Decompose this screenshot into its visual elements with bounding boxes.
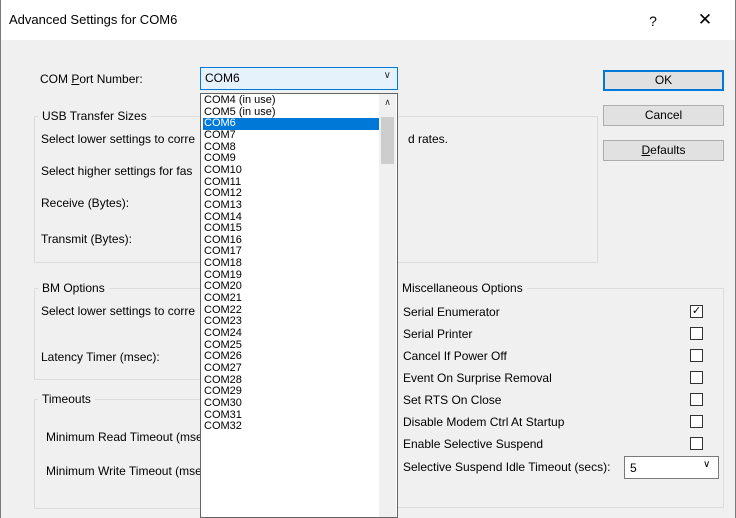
- window-title: Advanced Settings for COM6: [9, 12, 178, 27]
- ok-button[interactable]: OK: [603, 70, 724, 91]
- help-button[interactable]: ?: [638, 10, 668, 32]
- serial-enumerator-checkbox[interactable]: ✓: [690, 305, 703, 318]
- suspend-timeout-label: Selective Suspend Idle Timeout (secs):: [403, 460, 611, 474]
- bm-options-desc: Select lower settings to corre: [41, 304, 196, 318]
- set-rts-on-close-checkbox[interactable]: [690, 393, 703, 406]
- enable-selective-suspend-checkbox[interactable]: [690, 437, 703, 450]
- disable-modem-ctrl-label: Disable Modem Ctrl At Startup: [403, 415, 565, 429]
- chevron-down-icon: ∨: [703, 459, 711, 470]
- event-on-surprise-removal-label: Event On Surprise Removal: [403, 371, 552, 385]
- min-read-timeout-label: Minimum Read Timeout (mse: [46, 430, 203, 444]
- serial-printer-label: Serial Printer: [403, 327, 473, 341]
- set-rts-on-close-label: Set RTS On Close: [403, 393, 502, 407]
- dropdown-option[interactable]: COM21: [203, 293, 379, 305]
- latency-timer-label: Latency Timer (msec):: [41, 350, 160, 364]
- chevron-down-icon: ∨: [383, 70, 391, 81]
- cancel-if-power-off-label: Cancel If Power Off: [403, 349, 507, 363]
- event-on-surprise-removal-checkbox[interactable]: [690, 371, 703, 384]
- dropdown-option[interactable]: COM27: [203, 363, 379, 375]
- dropdown-option[interactable]: COM30: [203, 398, 379, 410]
- dropdown-option[interactable]: COM10: [203, 165, 379, 177]
- dropdown-option[interactable]: COM13: [203, 199, 379, 212]
- suspend-timeout-select[interactable]: 5 ∨: [624, 456, 719, 479]
- dropdown-option[interactable]: COM32: [203, 421, 379, 433]
- usb-transfer-title: USB Transfer Sizes: [38, 109, 151, 123]
- scrollbar-thumb[interactable]: [381, 117, 394, 164]
- suspend-timeout-value: 5: [630, 461, 637, 475]
- dropdown-scrollbar[interactable]: ∧: [379, 94, 396, 517]
- title-bar[interactable]: Advanced Settings for COM6 ? ✕: [0, 0, 736, 40]
- bm-options-group: [34, 288, 204, 380]
- dropdown-option[interactable]: COM7: [203, 130, 379, 142]
- com-port-select[interactable]: COM6 ∨: [200, 67, 398, 90]
- disable-modem-ctrl-checkbox[interactable]: [690, 415, 703, 428]
- min-write-timeout-label: Minimum Write Timeout (mse: [46, 464, 202, 478]
- com-port-value: COM6: [205, 71, 240, 85]
- serial-enumerator-label: Serial Enumerator: [403, 305, 500, 319]
- dropdown-option[interactable]: COM4 (in use): [203, 95, 379, 107]
- misc-options-title: Miscellaneous Options: [398, 281, 527, 295]
- usb-transfer-desc-1: Select lower settings to corre: [41, 132, 196, 146]
- window-border-left: [0, 0, 1, 518]
- com-port-dropdown-list[interactable]: ∧ COM4 (in use) COM5 (in use) COM6 COM7 COM8…: [200, 93, 398, 518]
- close-button[interactable]: ✕: [690, 8, 720, 32]
- timeouts-group: [34, 399, 204, 509]
- com-port-label: COM Port Number:: [40, 72, 143, 86]
- usb-transfer-desc-2: Select higher settings for fas: [41, 164, 193, 178]
- cancel-if-power-off-checkbox[interactable]: [690, 349, 703, 362]
- bm-options-title: BM Options: [38, 281, 109, 295]
- defaults-button[interactable]: Defaults: [603, 140, 724, 161]
- timeouts-title: Timeouts: [38, 392, 95, 406]
- usb-transfer-desc-1-tail: d rates.: [408, 132, 449, 146]
- enable-selective-suspend-label: Enable Selective Suspend: [403, 437, 544, 451]
- scroll-up-arrow-icon[interactable]: ∧: [379, 94, 396, 111]
- cancel-button[interactable]: Cancel: [603, 105, 724, 126]
- check-icon: ✓: [691, 305, 702, 317]
- transmit-bytes-label: Transmit (Bytes):: [41, 232, 132, 246]
- advanced-settings-dialog: Advanced Settings for COM6 ? ✕ COM Port …: [0, 0, 736, 518]
- dropdown-option[interactable]: COM24: [203, 328, 379, 340]
- receive-bytes-label: Receive (Bytes):: [41, 196, 130, 210]
- serial-printer-checkbox[interactable]: [690, 327, 703, 340]
